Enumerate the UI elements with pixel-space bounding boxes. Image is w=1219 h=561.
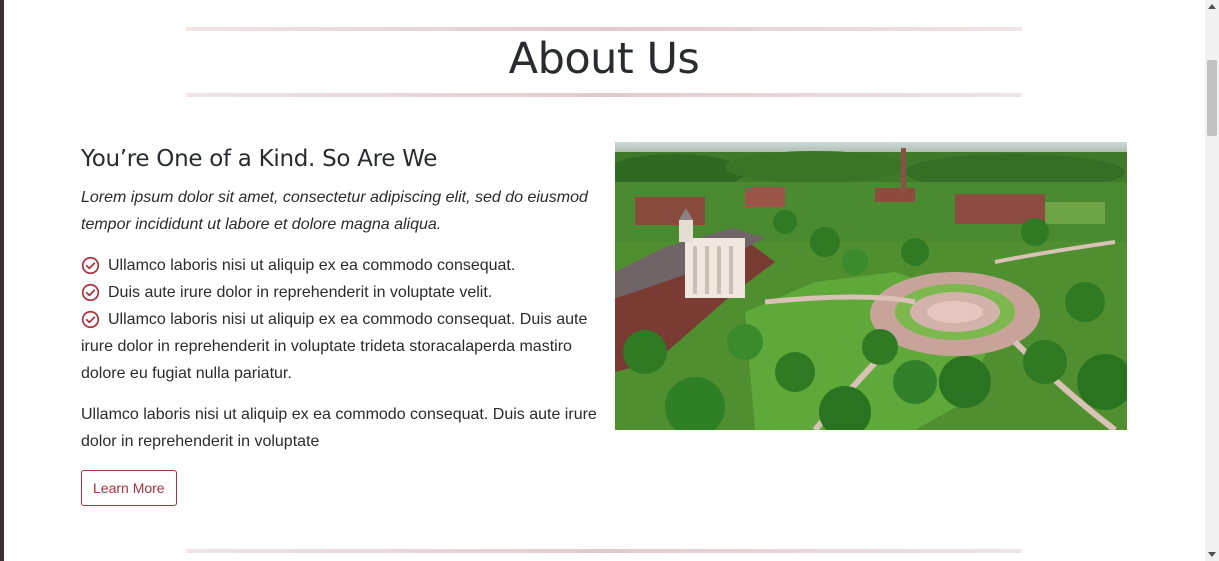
vertical-scrollbar[interactable] (1205, 0, 1219, 561)
campus-aerial-illustration (615, 142, 1127, 430)
section-subtitle: You’re One of a Kind. So Are We (81, 146, 438, 172)
list-item: Duis aute irure dolor in reprehenderit i… (81, 279, 601, 306)
list-item-text: Ullamco laboris nisi ut aliquip ex ea co… (81, 311, 588, 382)
learn-more-button[interactable]: Learn More (81, 470, 177, 506)
page-title: About Us (508, 34, 700, 84)
list-item: Ullamco laboris nisi ut aliquip ex ea co… (81, 252, 601, 279)
scroll-thumb[interactable] (1207, 60, 1217, 136)
list-item-text: Ullamco laboris nisi ut aliquip ex ea co… (108, 257, 516, 274)
about-section: About Us You’re One of a Kind. So Are We… (4, 0, 1205, 561)
scroll-up-icon[interactable] (1208, 4, 1216, 9)
check-circle-icon (81, 310, 100, 329)
list-item-text: Duis aute irure dolor in reprehenderit i… (108, 284, 493, 301)
list-item: Ullamco laboris nisi ut aliquip ex ea co… (81, 306, 601, 387)
next-section-divider (186, 549, 1022, 553)
check-circle-icon (81, 283, 100, 302)
title-divider-bottom (186, 93, 1022, 97)
about-text-column: You’re One of a Kind. So Are We Lorem ip… (81, 142, 601, 506)
scroll-down-icon[interactable] (1208, 552, 1216, 557)
feature-checklist: Ullamco laboris nisi ut aliquip ex ea co… (81, 252, 601, 387)
campus-aerial-photo (615, 142, 1127, 430)
lead-paragraph: Lorem ipsum dolor sit amet, consectetur … (81, 189, 588, 233)
check-circle-icon (81, 256, 100, 275)
body-paragraph: Ullamco laboris nisi ut aliquip ex ea co… (81, 406, 597, 450)
